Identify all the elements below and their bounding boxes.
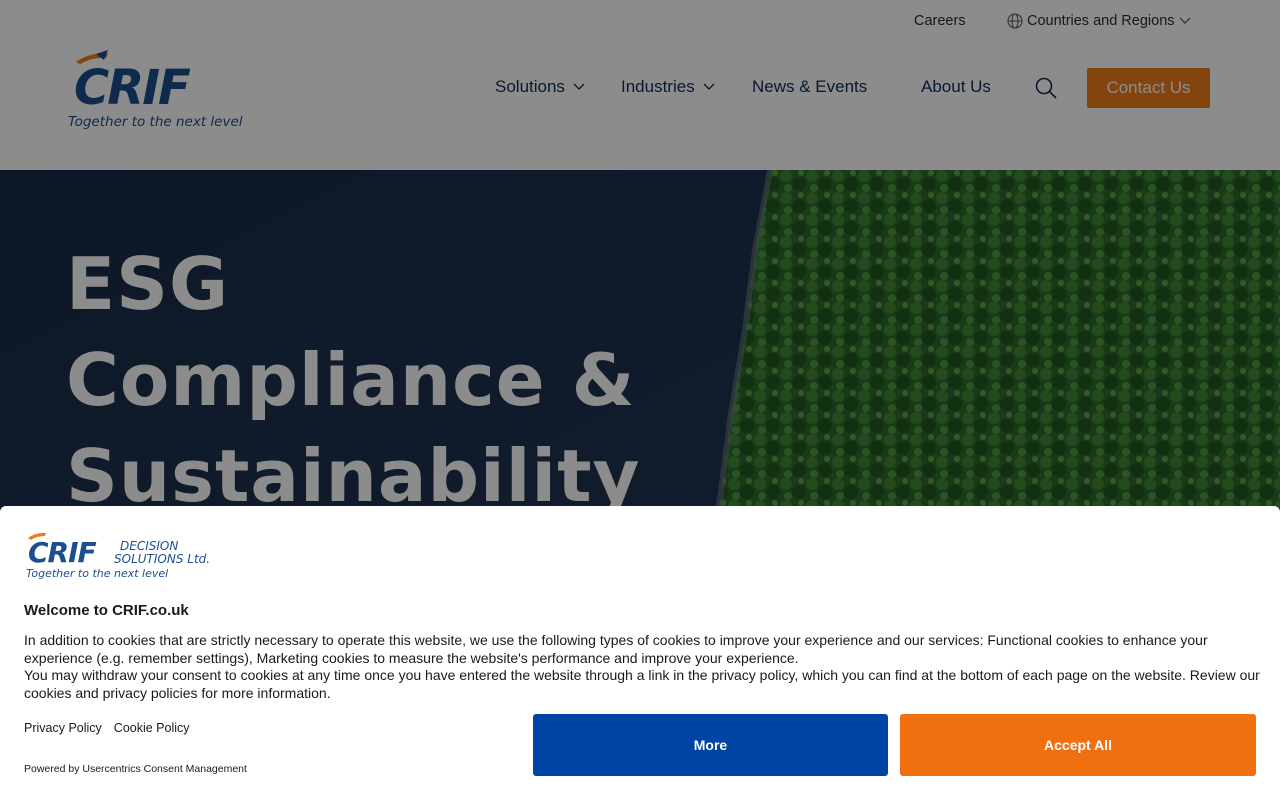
cookie-consent-banner: CRIF DECISION SOLUTIONS Ltd. Together to… [0, 506, 1280, 800]
logo-subtitle-2: SOLUTIONS Ltd. [114, 552, 210, 566]
cookie-paragraph-1: In addition to cookies that are strictly… [24, 632, 1208, 666]
crif-decision-solutions-logo: CRIF DECISION SOLUTIONS Ltd. Together to… [26, 532, 210, 580]
accept-all-button[interactable]: Accept All [900, 714, 1256, 776]
cookie-banner-title: Welcome to CRIF.co.uk [24, 602, 189, 619]
cookie-paragraph-2: You may withdraw your consent to cookies… [24, 667, 1260, 701]
logo-tagline: Together to the next level [26, 567, 168, 580]
cookie-banner-text: In addition to cookies that are strictly… [24, 632, 1260, 702]
policy-links: Privacy Policy Cookie Policy [24, 721, 190, 735]
svg-text:CRIF: CRIF [28, 536, 97, 569]
more-button[interactable]: More [533, 714, 888, 776]
powered-by-text: Powered by Usercentrics Consent Manageme… [24, 763, 247, 775]
cookie-policy-link[interactable]: Cookie Policy [114, 721, 190, 735]
privacy-policy-link[interactable]: Privacy Policy [24, 721, 102, 735]
logo-subtitle-1: DECISION [120, 539, 178, 553]
